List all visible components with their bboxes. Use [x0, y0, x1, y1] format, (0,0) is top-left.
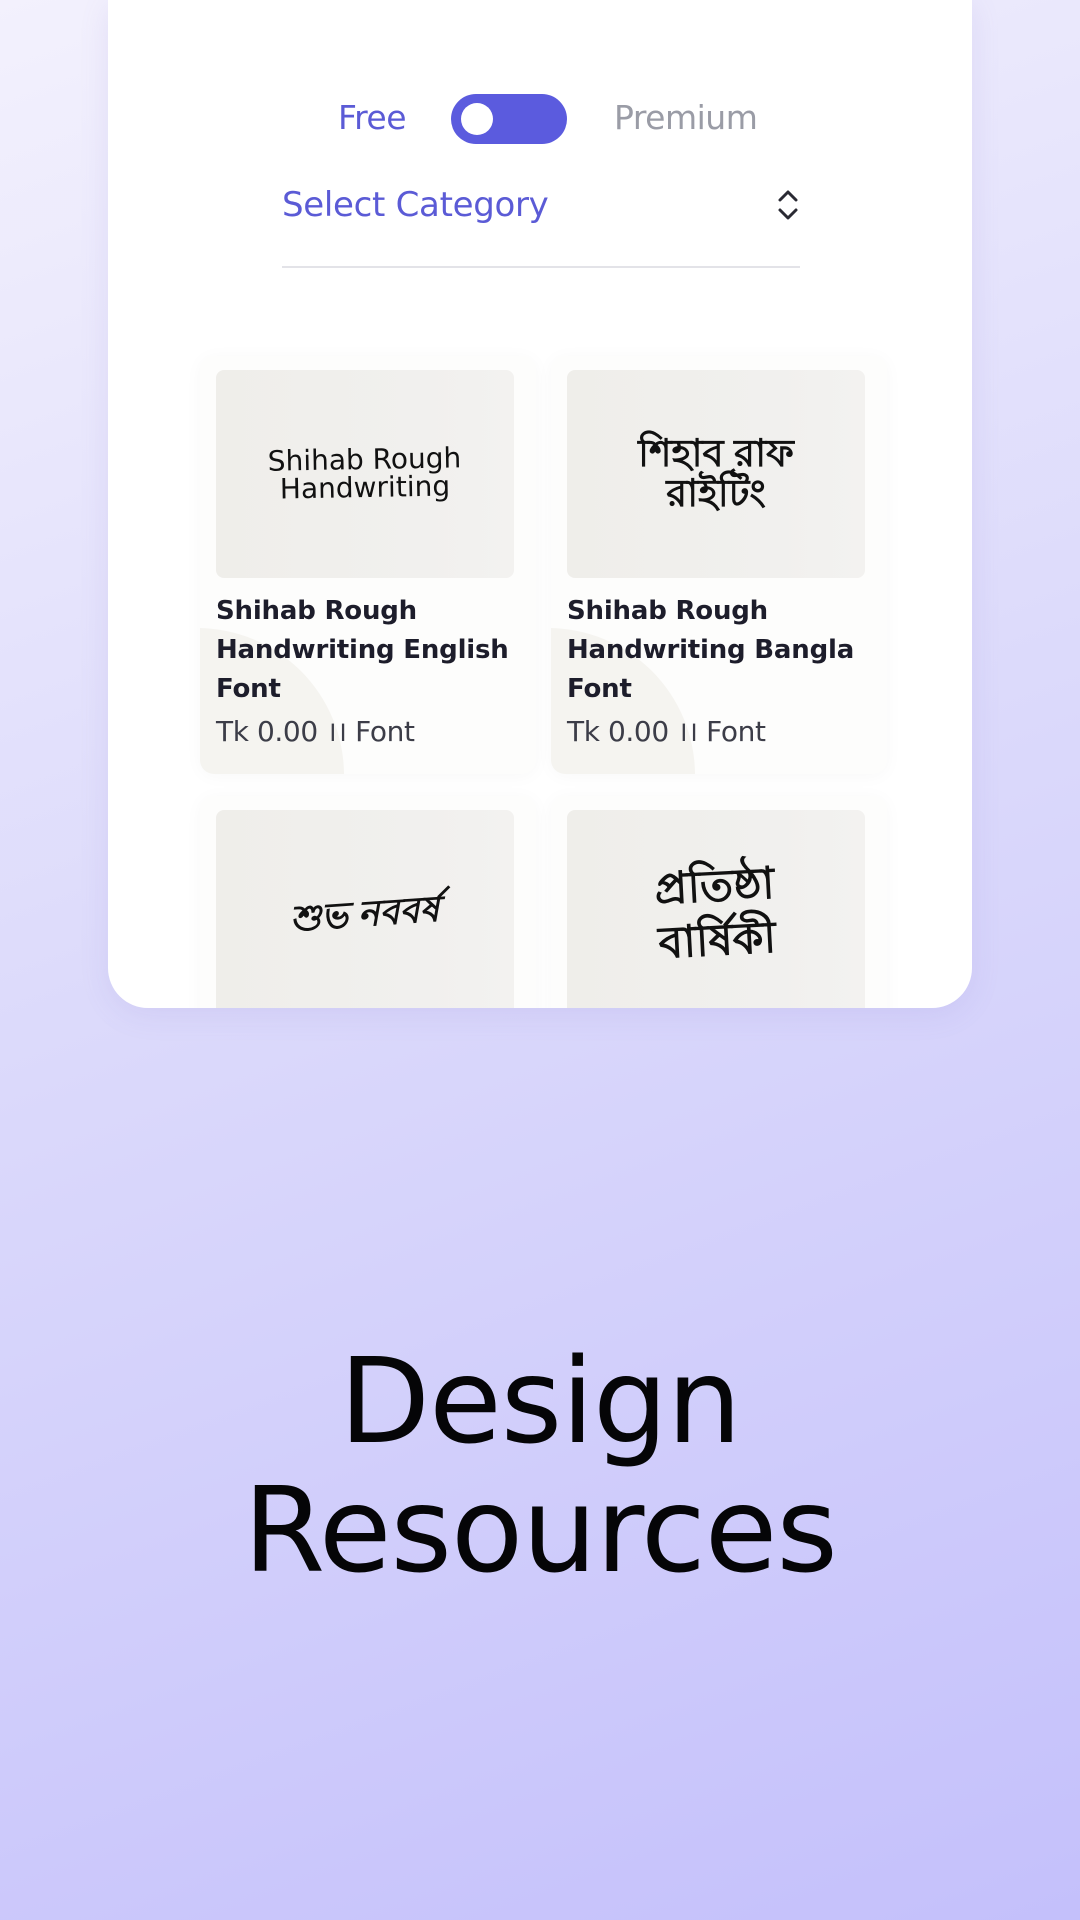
app-screen-card: Free Premium Select Category Shihab Roug… [108, 0, 972, 1008]
headline-line-1: Design [339, 1332, 741, 1470]
font-card[interactable]: Shihab Rough Handwriting Shihab Rough Ha… [200, 356, 536, 774]
promo-headline: Design Resources [0, 1337, 1080, 1595]
font-card[interactable]: প্রতিষ্ঠা বার্ষিকী [551, 796, 887, 1008]
chevron-up-down-icon [778, 190, 798, 220]
font-preview: শুভ নববর্ষ [216, 810, 514, 1008]
font-preview: শিহাব রাফ রাইটিং [567, 370, 865, 578]
font-title: Shihab Rough Handwriting English Font [216, 596, 509, 704]
font-preview: প্রতিষ্ঠা বার্ষিকী [567, 810, 865, 1008]
font-price: Tk 0.00 ।। Font [216, 715, 415, 748]
category-select[interactable]: Select Category [282, 176, 800, 268]
free-premium-switch[interactable] [451, 94, 567, 144]
font-preview-text: প্রতিষ্ঠা বার্ষিকী [653, 858, 778, 969]
font-title: Shihab Rough Handwriting Bangla Font [567, 596, 855, 704]
free-label[interactable]: Free [338, 98, 407, 138]
font-card[interactable]: শিহাব রাফ রাইটিং Shihab Rough Handwritin… [551, 356, 887, 774]
font-card[interactable]: শুভ নববর্ষ [200, 796, 536, 1008]
category-select-label: Select Category [282, 185, 549, 225]
font-preview-text: Shihab Rough Handwriting [267, 441, 462, 506]
premium-label[interactable]: Premium [614, 98, 758, 138]
switch-knob [461, 103, 493, 135]
headline-line-2: Resources [243, 1461, 838, 1599]
font-preview-text: শুভ নববর্ষ [289, 887, 441, 940]
font-preview-text: শিহাব রাফ রাইটিং [638, 433, 794, 515]
font-price: Tk 0.00 ।। Font [567, 715, 766, 748]
pricing-toggle-row: Free Premium [108, 94, 972, 144]
font-preview: Shihab Rough Handwriting [216, 370, 514, 578]
